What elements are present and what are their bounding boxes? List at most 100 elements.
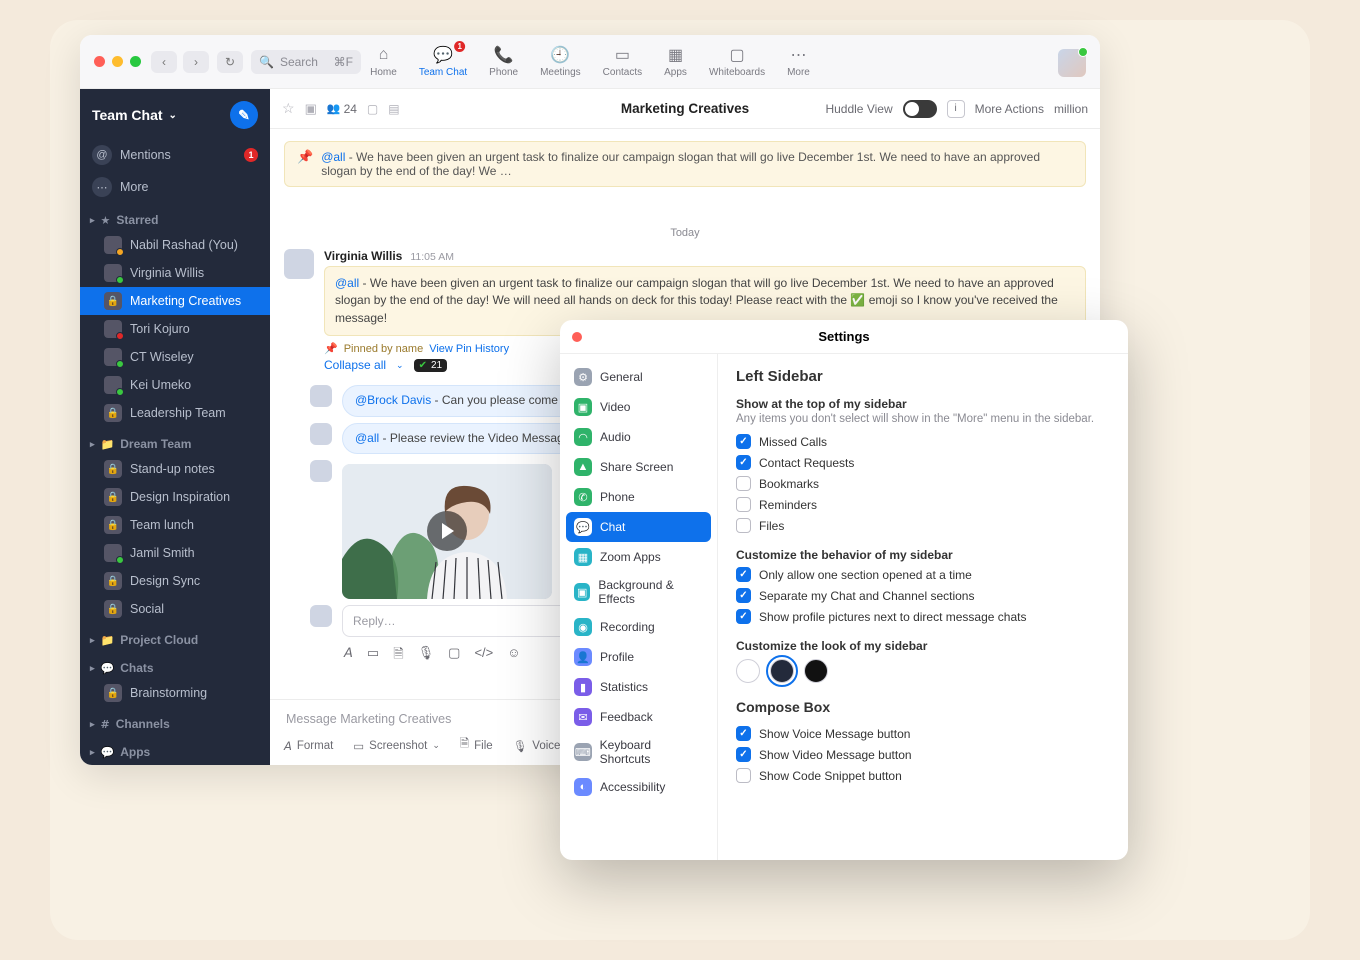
checkbox-reminders[interactable]: Reminders: [736, 494, 1110, 515]
sidebar-item-design-inspiration[interactable]: 🔒Design Inspiration: [80, 483, 270, 511]
huddle-toggle[interactable]: [903, 100, 937, 118]
settings-nav-recording[interactable]: ◉Recording: [566, 612, 711, 642]
video-thumbnail[interactable]: [342, 464, 552, 599]
settings-nav-share-screen[interactable]: ▲Share Screen: [566, 452, 711, 482]
checkbox-separate-my-chat-and-channel-sections[interactable]: Separate my Chat and Channel sections: [736, 585, 1110, 606]
nav-forward-button[interactable]: ›: [183, 51, 209, 73]
chat-icon: 💬: [101, 746, 115, 759]
history-button[interactable]: ↻: [217, 51, 243, 73]
close-dialog-button[interactable]: [572, 332, 582, 342]
sidebar-item-marketing-creatives[interactable]: 🔒Marketing Creatives: [80, 287, 270, 315]
calendar-icon[interactable]: ▤: [388, 102, 399, 116]
folder-icon[interactable]: ▣: [305, 101, 317, 117]
checkbox-files[interactable]: Files: [736, 515, 1110, 536]
member-count[interactable]: 👥 24: [327, 102, 357, 116]
checkbox-show-profile-pictures-next-to-direct-message-chats[interactable]: Show profile pictures next to direct mes…: [736, 606, 1110, 627]
theme-swatch[interactable]: [804, 659, 828, 683]
sidebar-item-team-lunch[interactable]: 🔒Team lunch: [80, 511, 270, 539]
tab-home[interactable]: ⌂Home: [370, 45, 397, 78]
sidebar-item-social[interactable]: 🔒Social: [80, 595, 270, 623]
sidebar-more[interactable]: ⋯ More: [80, 171, 270, 203]
sidebar-item-tori-kojuro[interactable]: Tori Kojuro: [80, 315, 270, 343]
settings-title: Settings: [818, 329, 869, 344]
sidebar-section-chats[interactable]: ▸💬Chats: [80, 651, 270, 679]
format-icon[interactable]: 𝘈: [344, 645, 353, 667]
settings-nav-statistics[interactable]: ▮Statistics: [566, 672, 711, 702]
sidebar-section-channels[interactable]: ▸#Channels: [80, 707, 270, 735]
attach-file-icon[interactable]: 🗎: [393, 645, 403, 667]
code-icon[interactable]: </>: [474, 645, 493, 667]
format-button[interactable]: 𝘈Format: [284, 739, 333, 753]
view-pin-history-link[interactable]: View Pin History: [429, 343, 509, 355]
avatar[interactable]: [310, 605, 332, 627]
settings-nav-chat[interactable]: 💬Chat: [566, 512, 711, 542]
compose-button[interactable]: ✎: [230, 101, 258, 129]
file-button[interactable]: 🗎File: [460, 736, 493, 755]
settings-nav-feedback[interactable]: ✉Feedback: [566, 702, 711, 732]
settings-nav-video[interactable]: ▣Video: [566, 392, 711, 422]
settings-nav-keyboard-shortcuts[interactable]: ⌨Keyboard Shortcuts: [566, 732, 711, 772]
sidebar-item-stand-up-notes[interactable]: 🔒Stand-up notes: [80, 455, 270, 483]
tab-whiteboards[interactable]: ▢Whiteboards: [709, 45, 765, 78]
pinned-banner[interactable]: 📌 @all - We have been given an urgent ta…: [284, 141, 1086, 187]
avatar[interactable]: [310, 385, 332, 407]
tab-more[interactable]: ⋯More: [787, 45, 810, 78]
settings-nav-profile[interactable]: 👤Profile: [566, 642, 711, 672]
clipboard-icon[interactable]: ▭: [367, 645, 379, 667]
tab-meetings[interactable]: 🕘Meetings: [540, 45, 581, 78]
info-icon[interactable]: i: [947, 100, 965, 118]
sidebar-item-leadership-team[interactable]: 🔒Leadership Team: [80, 399, 270, 427]
checkbox-show-video-message-button[interactable]: Show Video Message button: [736, 744, 1110, 765]
settings-nav-background-effects[interactable]: ▣Background & Effects: [566, 572, 711, 612]
sidebar-mentions[interactable]: @ Mentions 1: [80, 139, 270, 171]
video-call-button[interactable]: ▢: [367, 102, 378, 116]
video-icon[interactable]: ▢: [448, 645, 460, 667]
mic-icon[interactable]: 🎙: [418, 645, 435, 667]
tab-contacts[interactable]: ▭Contacts: [603, 45, 642, 78]
star-icon[interactable]: ☆: [282, 100, 295, 117]
sidebar-item-brainstorming[interactable]: 🔒Brainstorming: [80, 679, 270, 707]
checkbox-show-voice-message-button[interactable]: Show Voice Message button: [736, 723, 1110, 744]
settings-nav-zoom-apps[interactable]: ▦Zoom Apps: [566, 542, 711, 572]
settings-nav-audio[interactable]: ◠Audio: [566, 422, 711, 452]
message-author[interactable]: Virginia Willis: [324, 249, 402, 263]
checkbox-show-code-snippet-button[interactable]: Show Code Snippet button: [736, 765, 1110, 786]
more-actions-label[interactable]: More Actions: [975, 102, 1044, 116]
sidebar-section-starred[interactable]: ▸★Starred: [80, 203, 270, 231]
sidebar-item-nabil-rashad-you-[interactable]: Nabil Rashad (You): [80, 231, 270, 259]
checkbox-bookmarks[interactable]: Bookmarks: [736, 473, 1110, 494]
zoom-window-button[interactable]: [130, 56, 141, 67]
settings-nav-general[interactable]: ⚙General: [566, 362, 711, 392]
close-window-button[interactable]: [94, 56, 105, 67]
sidebar-item-kei-umeko[interactable]: Kei Umeko: [80, 371, 270, 399]
collapse-all-link[interactable]: Collapse all: [324, 358, 386, 372]
profile-avatar[interactable]: [1058, 49, 1086, 77]
sidebar-item-design-sync[interactable]: 🔒Design Sync: [80, 567, 270, 595]
emoji-icon[interactable]: ☺: [507, 645, 520, 667]
search-input[interactable]: 🔍 Search ⌘F: [251, 50, 361, 74]
nav-back-button[interactable]: ‹: [151, 51, 177, 73]
screenshot-button[interactable]: ▭Screenshot⌄: [353, 739, 440, 753]
theme-swatch[interactable]: [736, 659, 760, 683]
theme-swatch[interactable]: [770, 659, 794, 683]
sidebar-item-jamil-smith[interactable]: Jamil Smith: [80, 539, 270, 567]
tab-apps[interactable]: ▦Apps: [664, 45, 687, 78]
checkbox-missed-calls[interactable]: Missed Calls: [736, 431, 1110, 452]
checkbox-only-allow-one-section-opened-at-a-time[interactable]: Only allow one section opened at a time: [736, 564, 1110, 585]
avatar[interactable]: [310, 460, 332, 482]
settings-nav-accessibility[interactable]: ◐Accessibility: [566, 772, 711, 802]
sidebar-item-virginia-willis[interactable]: Virginia Willis: [80, 259, 270, 287]
avatar[interactable]: [310, 423, 332, 445]
minimize-window-button[interactable]: [112, 56, 123, 67]
sidebar-title[interactable]: Team Chat ⌄: [92, 107, 177, 123]
tab-phone[interactable]: 📞Phone: [489, 45, 518, 78]
sidebar-item-ct-wiseley[interactable]: CT Wiseley: [80, 343, 270, 371]
whiteboards-icon: ▢: [727, 45, 747, 65]
settings-nav-phone[interactable]: ✆Phone: [566, 482, 711, 512]
tab-team-chat[interactable]: 💬Team Chat1: [419, 45, 467, 78]
checkbox-contact-requests[interactable]: Contact Requests: [736, 452, 1110, 473]
avatar[interactable]: [284, 249, 314, 279]
sidebar-section-dream-team[interactable]: ▸📁Dream Team: [80, 427, 270, 455]
sidebar-section-apps[interactable]: ▸💬Apps: [80, 735, 270, 763]
sidebar-section-project-cloud[interactable]: ▸📁Project Cloud: [80, 623, 270, 651]
